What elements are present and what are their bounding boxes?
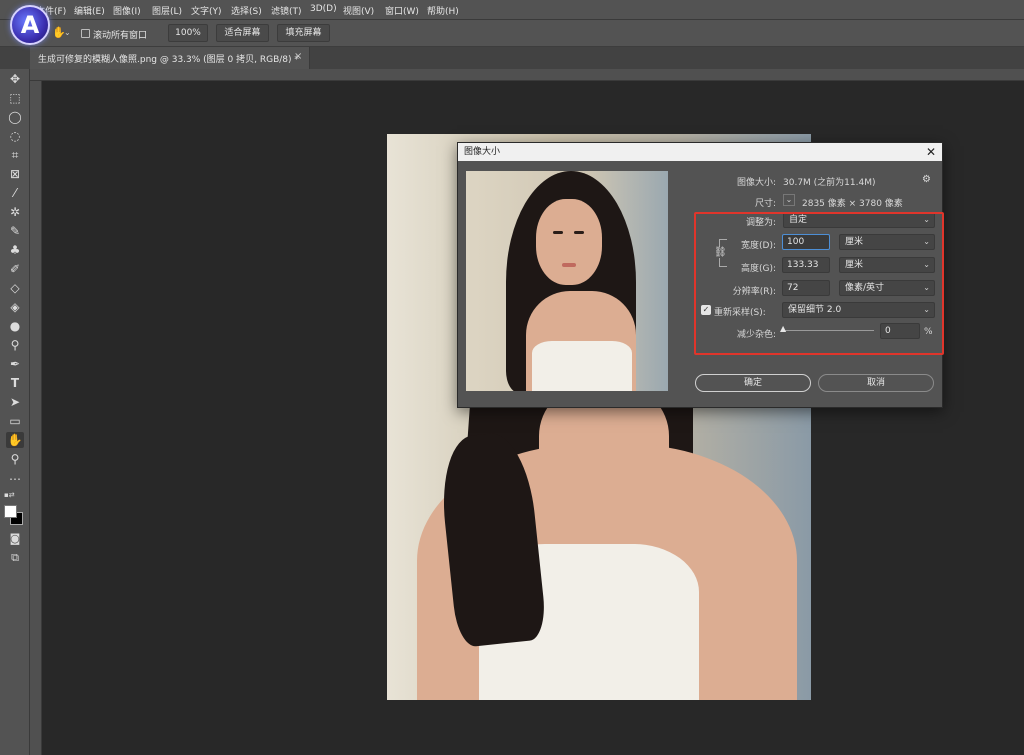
menu-edit[interactable]: 编辑(E): [74, 4, 105, 17]
dialog-close-icon[interactable]: ✕: [926, 143, 936, 161]
history-brush-icon[interactable]: ✐: [6, 261, 24, 277]
dialog-title: 图像大小: [458, 143, 942, 161]
menu-filter[interactable]: 滤镜(T): [271, 4, 302, 17]
preview-lips: [562, 263, 576, 267]
preview-face: [536, 199, 602, 285]
scroll-all-label: 滚动所有窗口: [93, 31, 148, 41]
type-tool-icon[interactable]: T: [6, 375, 24, 391]
fit-screen-button[interactable]: 适合屏幕: [216, 24, 269, 42]
path-select-icon[interactable]: ➤: [6, 394, 24, 410]
quick-select-tool-icon[interactable]: ◌: [6, 128, 24, 144]
dimensions-unit-dropdown[interactable]: ⌄: [783, 194, 795, 206]
eyedropper-tool-icon[interactable]: ⁄: [6, 185, 24, 201]
screen-mode-icon[interactable]: ⧉: [6, 550, 24, 566]
chevron-down-icon[interactable]: ⌄: [64, 28, 71, 37]
image-preview[interactable]: [466, 171, 668, 391]
brush-tool-icon[interactable]: ✎: [6, 223, 24, 239]
swap-colors-icon[interactable]: ▪⇄: [4, 491, 15, 499]
menu-type[interactable]: 文字(Y): [191, 4, 222, 17]
app-logo: A: [10, 5, 50, 45]
quick-mask-icon[interactable]: ◙: [6, 531, 24, 547]
menu-view[interactable]: 视图(V): [343, 4, 374, 17]
menu-help[interactable]: 帮助(H): [427, 4, 459, 17]
healing-brush-icon[interactable]: ✲: [6, 204, 24, 220]
dodge-tool-icon[interactable]: ⚲: [6, 337, 24, 353]
preview-eye-left: [553, 231, 563, 234]
close-tab-icon[interactable]: ×: [294, 51, 302, 62]
gear-icon[interactable]: ⚙: [922, 174, 931, 185]
scroll-all-checkbox[interactable]: [81, 29, 90, 38]
menu-bar: 文件(F) 编辑(E) 图像(I) 图层(L) 文字(Y) 选择(S) 滤镜(T…: [0, 0, 1024, 20]
image-size-label: 图像大小:: [736, 178, 776, 188]
zoom-100-button[interactable]: 100%: [168, 24, 208, 42]
eraser-tool-icon[interactable]: ◇: [6, 280, 24, 296]
menu-layer[interactable]: 图层(L): [152, 4, 182, 17]
dimensions-label: 尺寸:: [754, 199, 776, 209]
paint-bucket-icon[interactable]: ◈: [6, 299, 24, 315]
pen-tool-icon[interactable]: ✒: [6, 356, 24, 372]
foreground-color-swatch[interactable]: [4, 505, 17, 518]
document-tab-bar: 生成可修复的模糊人像照.png @ 33.3% (图层 0 拷贝, RGB/8)…: [0, 47, 1024, 69]
preview-eye-right: [574, 231, 584, 234]
tools-panel: ✥ ⬚ ◯ ◌ ⌗ ⊠ ⁄ ✲ ✎ ♣ ✐ ◇ ◈ ● ⚲ ✒ T ➤ ▭ ✋ …: [0, 69, 30, 755]
hand-tool-icon[interactable]: ✋: [6, 432, 24, 448]
menu-3d[interactable]: 3D(D): [310, 4, 337, 14]
fill-screen-button[interactable]: 填充屏幕: [277, 24, 330, 42]
rectangle-tool-icon[interactable]: ▭: [6, 413, 24, 429]
lasso-tool-icon[interactable]: ◯: [6, 109, 24, 125]
menu-image[interactable]: 图像(I): [113, 4, 141, 17]
document-tab-title: 生成可修复的模糊人像照.png @ 33.3% (图层 0 拷贝, RGB/8)…: [38, 55, 299, 65]
dimensions-value: 2835 像素 × 3780 像素: [802, 199, 903, 209]
cancel-button[interactable]: 取消: [818, 374, 934, 392]
menu-select[interactable]: 选择(S): [231, 4, 262, 17]
image-size-value: 30.7M (之前为11.4M): [783, 178, 876, 188]
ok-button[interactable]: 确定: [695, 374, 811, 392]
frame-tool-icon[interactable]: ⊠: [6, 166, 24, 182]
document-tab[interactable]: 生成可修复的模糊人像照.png @ 33.3% (图层 0 拷贝, RGB/8)…: [30, 47, 310, 69]
horizontal-ruler: [30, 69, 1024, 81]
preview-tank-top: [532, 341, 632, 391]
zoom-tool-icon[interactable]: ⚲: [6, 451, 24, 467]
options-bar: ✋ ⌄ 滚动所有窗口 100% 适合屏幕 填充屏幕: [0, 20, 1024, 47]
more-tools-icon[interactable]: ⋯: [6, 471, 24, 487]
move-tool-icon[interactable]: ✥: [6, 71, 24, 87]
blur-tool-icon[interactable]: ●: [6, 318, 24, 334]
clone-stamp-icon[interactable]: ♣: [6, 242, 24, 258]
menu-window[interactable]: 窗口(W): [385, 4, 419, 17]
crop-tool-icon[interactable]: ⌗: [6, 147, 24, 163]
vertical-ruler: [30, 81, 42, 755]
highlight-box: [694, 212, 944, 355]
marquee-tool-icon[interactable]: ⬚: [6, 90, 24, 106]
